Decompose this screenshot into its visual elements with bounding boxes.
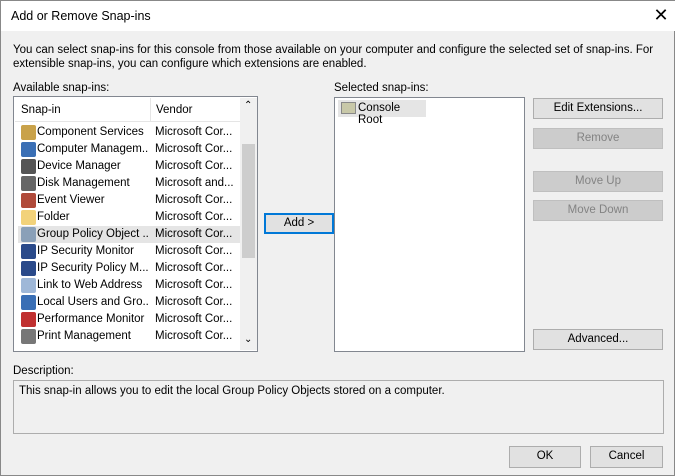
selected-snapins-list[interactable]: Console Root (334, 97, 525, 352)
snapin-vendor: Microsoft and... (155, 177, 234, 189)
list-item[interactable]: Console Root (338, 100, 426, 126)
scroll-down-icon[interactable]: ⌄ (244, 334, 252, 345)
table-row[interactable]: Device Manager Microsoft Cor... (18, 158, 244, 175)
table-row[interactable]: Performance Monitor Microsoft Cor... (18, 311, 244, 328)
snapin-vendor: Microsoft Cor... (155, 228, 233, 240)
snapin-vendor: Microsoft Cor... (155, 262, 233, 274)
snapin-name: Local Users and Gro... (37, 296, 149, 308)
snapin-name: Device Manager (37, 160, 121, 172)
description-box: This snap-in allows you to edit the loca… (13, 380, 664, 434)
snapin-vendor: Microsoft Cor... (155, 330, 233, 342)
table-row[interactable]: Link to Web Address Microsoft Cor... (18, 277, 244, 294)
advanced-button[interactable]: Advanced... (533, 329, 663, 350)
list-header: Snap-in Vendor (15, 98, 240, 122)
table-row[interactable]: Print Management Microsoft Cor... (18, 328, 244, 345)
remove-button[interactable]: Remove (533, 128, 663, 149)
table-row[interactable]: Computer Managem... Microsoft Cor... (18, 141, 244, 158)
snapin-name: Performance Monitor (37, 313, 145, 325)
table-row[interactable]: IP Security Monitor Microsoft Cor... (18, 243, 244, 260)
description-label: Description: (13, 365, 74, 377)
available-label: Available snap-ins: (13, 82, 110, 94)
snapin-vendor: Microsoft Cor... (155, 245, 233, 257)
column-header-snapin[interactable]: Snap-in (21, 104, 61, 116)
snapin-name: IP Security Policy M... (37, 262, 149, 274)
table-row[interactable]: IP Security Policy M... Microsoft Cor... (18, 260, 244, 277)
cancel-button[interactable]: Cancel (590, 446, 663, 468)
snapin-vendor: Microsoft Cor... (155, 211, 233, 223)
snapin-name: IP Security Monitor (37, 245, 134, 257)
move-up-button[interactable]: Move Up (533, 171, 663, 192)
snapin-name: Disk Management (37, 177, 130, 189)
snapin-vendor: Microsoft Cor... (155, 160, 233, 172)
snapin-vendor: Microsoft Cor... (155, 313, 233, 325)
snapin-icon (21, 176, 36, 191)
snapin-vendor: Microsoft Cor... (155, 126, 233, 138)
scroll-up-icon[interactable]: ⌃ (244, 100, 252, 111)
ok-button[interactable]: OK (509, 446, 581, 468)
snapin-vendor: Microsoft Cor... (155, 279, 233, 291)
snapin-icon (21, 142, 36, 157)
snapin-vendor: Microsoft Cor... (155, 296, 233, 308)
add-button[interactable]: Add > (264, 213, 334, 234)
snapin-vendor: Microsoft Cor... (155, 194, 233, 206)
scroll-thumb[interactable] (242, 144, 255, 258)
table-row[interactable]: Folder Microsoft Cor... (18, 209, 244, 226)
snapin-icon (21, 193, 36, 208)
snapin-icon (21, 295, 36, 310)
snapin-name: Component Services (37, 126, 144, 138)
snapin-name: Folder (37, 211, 70, 223)
table-row[interactable]: Disk Management Microsoft and... (18, 175, 244, 192)
snapin-icon (21, 278, 36, 293)
folder-icon (341, 102, 356, 114)
move-down-button[interactable]: Move Down (533, 200, 663, 221)
snapin-icon (21, 261, 36, 276)
snapin-icon (21, 159, 36, 174)
snapin-icon (21, 125, 36, 140)
snapin-icon (21, 244, 36, 259)
snapin-icon (21, 227, 36, 242)
intro-text: You can select snap-ins for this console… (13, 44, 654, 70)
table-row[interactable]: Event Viewer Microsoft Cor... (18, 192, 244, 209)
snapin-name: Group Policy Object ... (37, 228, 149, 240)
snapin-name: Computer Managem... (37, 143, 149, 155)
close-icon[interactable]: ✕ (651, 5, 671, 26)
snapin-icon (21, 312, 36, 327)
list-item-label: Console Root (358, 102, 401, 126)
table-row[interactable]: Local Users and Gro... Microsoft Cor... (18, 294, 244, 311)
snapin-icon (21, 329, 36, 344)
column-header-vendor[interactable]: Vendor (150, 98, 192, 122)
window-title: Add or Remove Snap-ins (11, 9, 151, 23)
snapin-name: Link to Web Address (37, 279, 143, 291)
table-row[interactable]: Component Services Microsoft Cor... (18, 124, 244, 141)
snapin-name: Print Management (37, 330, 131, 342)
snapin-icon (21, 210, 36, 225)
selected-label: Selected snap-ins: (334, 82, 429, 94)
edit-extensions-button[interactable]: Edit Extensions... (533, 98, 663, 119)
scrollbar[interactable]: ⌃ ⌄ (240, 98, 257, 350)
description-text: This snap-in allows you to edit the loca… (19, 385, 445, 397)
available-snapins-list[interactable]: Snap-in Vendor Component Services Microso… (13, 96, 258, 352)
snapin-vendor: Microsoft Cor... (155, 143, 233, 155)
table-row[interactable]: Group Policy Object ... Microsoft Cor... (18, 226, 244, 243)
snapin-name: Event Viewer (37, 194, 105, 206)
